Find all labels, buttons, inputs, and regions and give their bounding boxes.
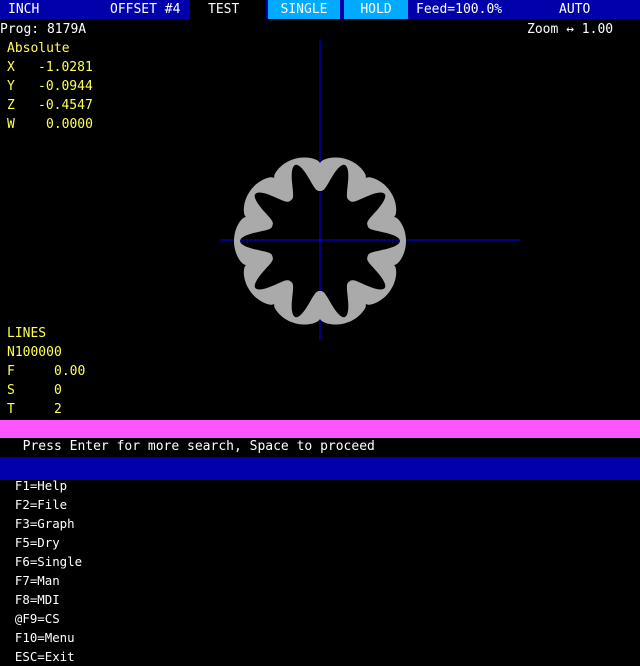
axis-w-label: W — [7, 117, 15, 132]
axis-w-value: 0.0000 — [46, 117, 93, 132]
toolpath-graphic[interactable] — [0, 0, 640, 480]
fkey-dry[interactable]: F5=Dry — [15, 533, 60, 552]
function-key-bar: F1=Help F2=File F3=Graph F5=Dry F6=Singl… — [0, 457, 640, 664]
position-title: Absolute — [7, 41, 70, 56]
param-f-value: 0.00 — [54, 364, 86, 379]
fkey-mdi[interactable]: F8=MDI — [15, 590, 60, 609]
axis-x-label: X — [7, 60, 15, 75]
param-s-label: S — [7, 383, 15, 398]
fkey-exit[interactable]: ESC=Exit — [15, 647, 75, 666]
message-bar: Press Enter for more search, Space to pr… — [0, 420, 640, 454]
line-number: N100000 — [7, 345, 62, 360]
fkey-file[interactable]: F2=File — [15, 495, 67, 514]
param-s-value: 0 — [54, 383, 62, 398]
fkey-man[interactable]: F7=Man — [15, 571, 60, 590]
message-text: Press Enter for more search, Space to pr… — [22, 439, 375, 454]
axis-z-value: -0.4547 — [38, 98, 93, 113]
lines-title: LINES — [7, 326, 47, 341]
fkey-cs[interactable]: @F9=CS — [15, 609, 60, 628]
axis-x-value: -1.0281 — [38, 60, 93, 75]
axis-y-value: -0.0944 — [38, 79, 93, 94]
param-f-label: F — [7, 364, 15, 379]
fkey-help[interactable]: F1=Help — [15, 476, 67, 495]
axis-z-label: Z — [7, 98, 15, 113]
fkey-menu[interactable]: F10=Menu — [15, 628, 75, 647]
fkey-single[interactable]: F6=Single — [15, 552, 82, 571]
param-t-value: 2 — [54, 402, 62, 417]
axis-y-label: Y — [7, 79, 15, 94]
fkey-graph[interactable]: F3=Graph — [15, 514, 75, 533]
param-t-label: T — [7, 402, 15, 417]
